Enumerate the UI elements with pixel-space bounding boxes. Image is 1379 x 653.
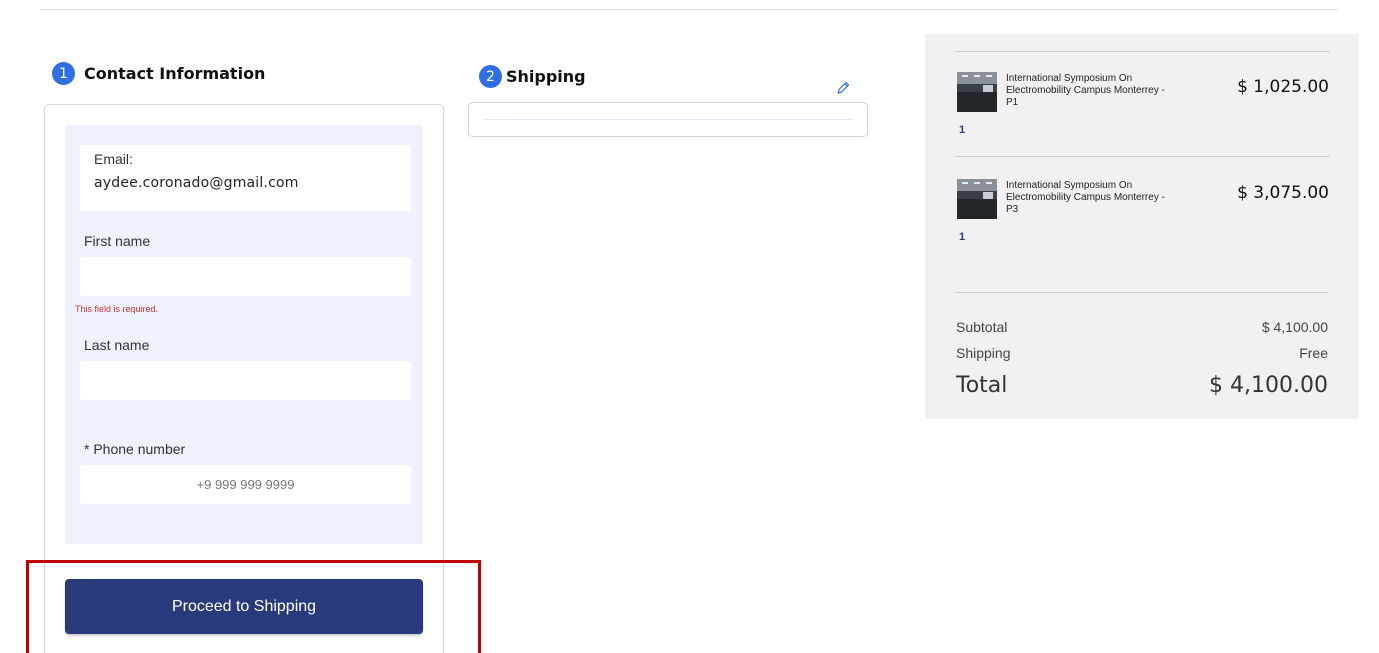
summary-divider	[956, 292, 1328, 293]
first-name-label: First name	[84, 233, 151, 249]
shipping-cost-label: Shipping	[956, 345, 1011, 361]
email-label: Email:	[94, 151, 133, 167]
contact-step-header: 1 Contact Information	[52, 62, 265, 85]
event-thumbnail-image	[957, 72, 997, 112]
item-name: International Symposium On Electromobili…	[1006, 73, 1165, 108]
first-name-error: This field is required.	[75, 304, 159, 314]
item-price: $ 1,025.00	[1237, 77, 1329, 97]
step-number-badge: 1	[52, 62, 75, 85]
email-value: aydee.coronado@gmail.com	[94, 175, 299, 191]
item-price: $ 3,075.00	[1237, 183, 1329, 203]
item-quantity: 1	[959, 124, 966, 136]
item-quantity: 1	[959, 231, 966, 243]
summary-divider	[956, 51, 1330, 52]
total-label: Total	[956, 373, 1008, 398]
shipping-cost-value: Free	[1299, 345, 1328, 361]
total-value: $ 4,100.00	[1209, 373, 1328, 398]
pencil-icon[interactable]	[834, 79, 852, 97]
shipping-divider	[484, 119, 853, 120]
first-name-field[interactable]	[80, 257, 411, 296]
subtotal-value: $ 4,100.00	[1261, 319, 1328, 335]
highlight-box	[26, 560, 481, 653]
phone-label: * Phone number	[84, 441, 186, 457]
shipping-step-header: 2 Shipping	[479, 65, 586, 88]
event-thumbnail-image	[957, 179, 997, 219]
last-name-field[interactable]	[80, 361, 411, 400]
last-name-label: Last name	[84, 337, 150, 353]
contact-step-title: Contact Information	[84, 64, 266, 83]
item-name: International Symposium On Electromobili…	[1006, 180, 1165, 215]
top-divider	[40, 9, 1338, 10]
summary-divider	[956, 156, 1330, 157]
subtotal-label: Subtotal	[956, 319, 1008, 335]
shipping-step-title: Shipping	[506, 67, 586, 86]
step-number-badge: 2	[479, 65, 502, 88]
phone-field[interactable]	[80, 465, 411, 504]
